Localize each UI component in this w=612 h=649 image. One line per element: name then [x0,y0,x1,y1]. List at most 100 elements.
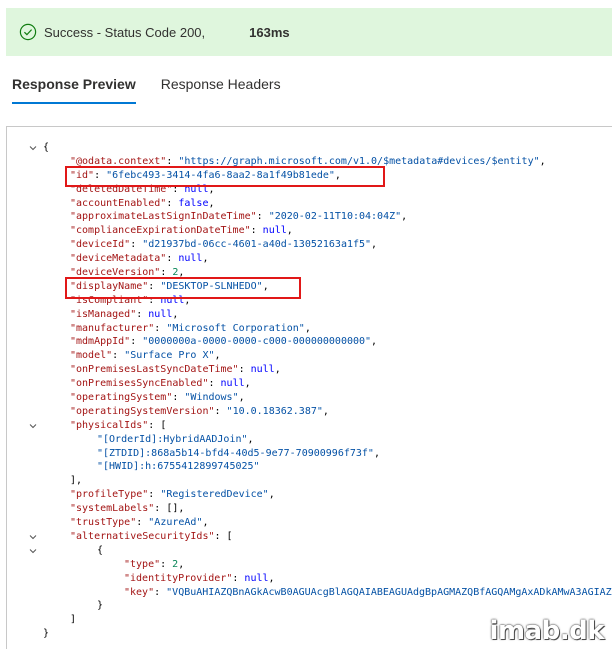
json-token: "deviceId" [70,239,131,251]
json-line-content: "onPremisesSyncEnabled": null, [70,377,251,391]
json-token: , [244,378,251,390]
json-token: { [97,544,104,556]
json-token: "Surface Pro X" [124,350,215,362]
json-line: "mdmAppId": "0000000a-0000-0000-c000-000… [7,335,612,349]
json-line: "complianceExpirationDateTime": null, [7,224,612,238]
json-token: : [172,392,185,404]
json-token: : [ [148,419,167,431]
json-line-content: "operatingSystem": "Windows", [70,391,245,405]
json-token: : [136,517,149,529]
json-token: , [371,239,378,251]
collapse-chevron-icon[interactable] [29,419,39,433]
json-token: : [166,253,179,265]
highlight-displayname-box [65,277,301,299]
json-token: "alternativeSecurityIds" [70,530,215,542]
json-line: { [7,544,612,558]
json-token: "profileType" [70,489,149,501]
json-line: "accountEnabled": false, [7,197,612,211]
json-token: : [], [154,503,185,515]
json-line-content: "profileType": "RegisteredDevice", [70,488,275,502]
json-token: , [172,308,179,320]
json-line-content: "operatingSystemVersion": "10.0.18362.38… [70,405,329,419]
json-token: null [250,364,275,376]
json-token: "mdmAppId" [70,336,131,348]
json-token: "0000000a-0000-0000-c000-000000000000" [142,336,372,348]
json-token: , [202,253,209,265]
json-line-content: "[OrderId]:HybridAADJoin", [97,433,254,447]
json-code: {"@odata.context": "https://graph.micros… [7,141,612,641]
json-line-content: "identityProvider": null, [124,572,275,586]
json-token: "accountEnabled" [70,197,167,209]
json-token: , [268,572,275,584]
json-line: "profileType": "RegisteredDevice", [7,488,612,502]
tab-response-preview[interactable]: Response Preview [12,76,136,104]
json-line-content: "model": "Surface Pro X", [70,349,221,363]
json-token: , [214,350,221,362]
json-line: "isManaged": null, [7,308,612,322]
json-token: , [286,225,293,237]
json-token: : [160,558,173,570]
json-token: : [154,586,167,598]
json-token: null [178,253,203,265]
json-line: "key": "VQBuAHIAZQBnAGkAcwB0AGUAcgBlAGQA… [7,586,612,600]
json-token: null [262,225,287,237]
json-response-viewer[interactable]: {"@odata.context": "https://graph.micros… [6,126,612,649]
json-token: : [214,405,227,417]
json-token: , [539,155,546,167]
json-line: "onPremisesLastSyncDateTime": null, [7,363,612,377]
json-line: "onPremisesSyncEnabled": null, [7,377,612,391]
collapse-chevron-icon[interactable] [29,544,39,558]
json-token: , [274,364,281,376]
json-line: "systemLabels": [], [7,502,612,516]
json-line: "deviceId": "d21937bd-06cc-4601-a40d-130… [7,238,612,252]
json-line-content: "[HWID]:h:6755412899745025" [97,460,260,474]
json-token: , [238,392,245,404]
json-token: "physicalIds" [70,419,149,431]
json-token: "Microsoft Corporation" [166,322,305,334]
json-token: { [43,142,50,153]
json-token: } [43,628,50,640]
json-token: : [ [214,530,233,542]
json-token: "[HWID]:h:6755412899745025" [97,461,260,473]
json-token: "onPremisesLastSyncDateTime" [70,364,239,376]
json-token: "key" [124,586,155,598]
json-line-content: "alternativeSecurityIds": [ [70,530,233,544]
json-line-content: "deviceMetadata": null, [70,252,209,266]
json-token: , [322,405,329,417]
json-token: , [268,489,275,501]
json-token: , [371,336,378,348]
json-line: "[OrderId]:HybridAADJoin", [7,433,612,447]
json-line-content: "deviceId": "d21937bd-06cc-4601-a40d-130… [70,238,377,252]
json-line: "type": 2, [7,558,612,572]
json-line: "[HWID]:h:6755412899745025" [7,460,612,474]
json-token: "type" [124,558,161,570]
json-token: "trustType" [70,517,137,529]
json-token: "manufacturer" [70,322,155,334]
collapse-chevron-icon[interactable] [29,530,39,544]
json-token: , [208,197,215,209]
response-time: 163ms [249,24,290,40]
json-token: "2020-02-11T10:04:04Z" [268,211,402,223]
json-token: "complianceExpirationDateTime" [70,225,251,237]
json-line: "alternativeSecurityIds": [ [7,530,612,544]
json-token: "RegisteredDevice" [160,489,269,501]
json-line: "trustType": "AzureAd", [7,516,612,530]
json-line: ], [7,474,612,488]
json-line: "[ZTDID]:868a5b14-bfd4-40d5-9e77-7090099… [7,447,612,461]
json-token: : [232,572,245,584]
json-line-content: "complianceExpirationDateTime": null, [70,224,293,238]
json-token: : [208,378,221,390]
json-line-content: } [97,599,103,613]
collapse-chevron-icon[interactable] [29,141,39,155]
json-line-content: ], [70,474,82,488]
json-token: "onPremisesSyncEnabled" [70,378,209,390]
json-line-content: "manufacturer": "Microsoft Corporation", [70,322,311,336]
highlight-id-box [65,166,385,187]
tab-response-headers[interactable]: Response Headers [161,76,281,104]
json-line-content: "mdmAppId": "0000000a-0000-0000-c000-000… [70,335,377,349]
json-line-content: "isManaged": null, [70,308,178,322]
json-token: : [130,336,143,348]
json-token: "systemLabels" [70,503,155,515]
json-token: , [304,322,311,334]
json-token: : [154,322,167,334]
